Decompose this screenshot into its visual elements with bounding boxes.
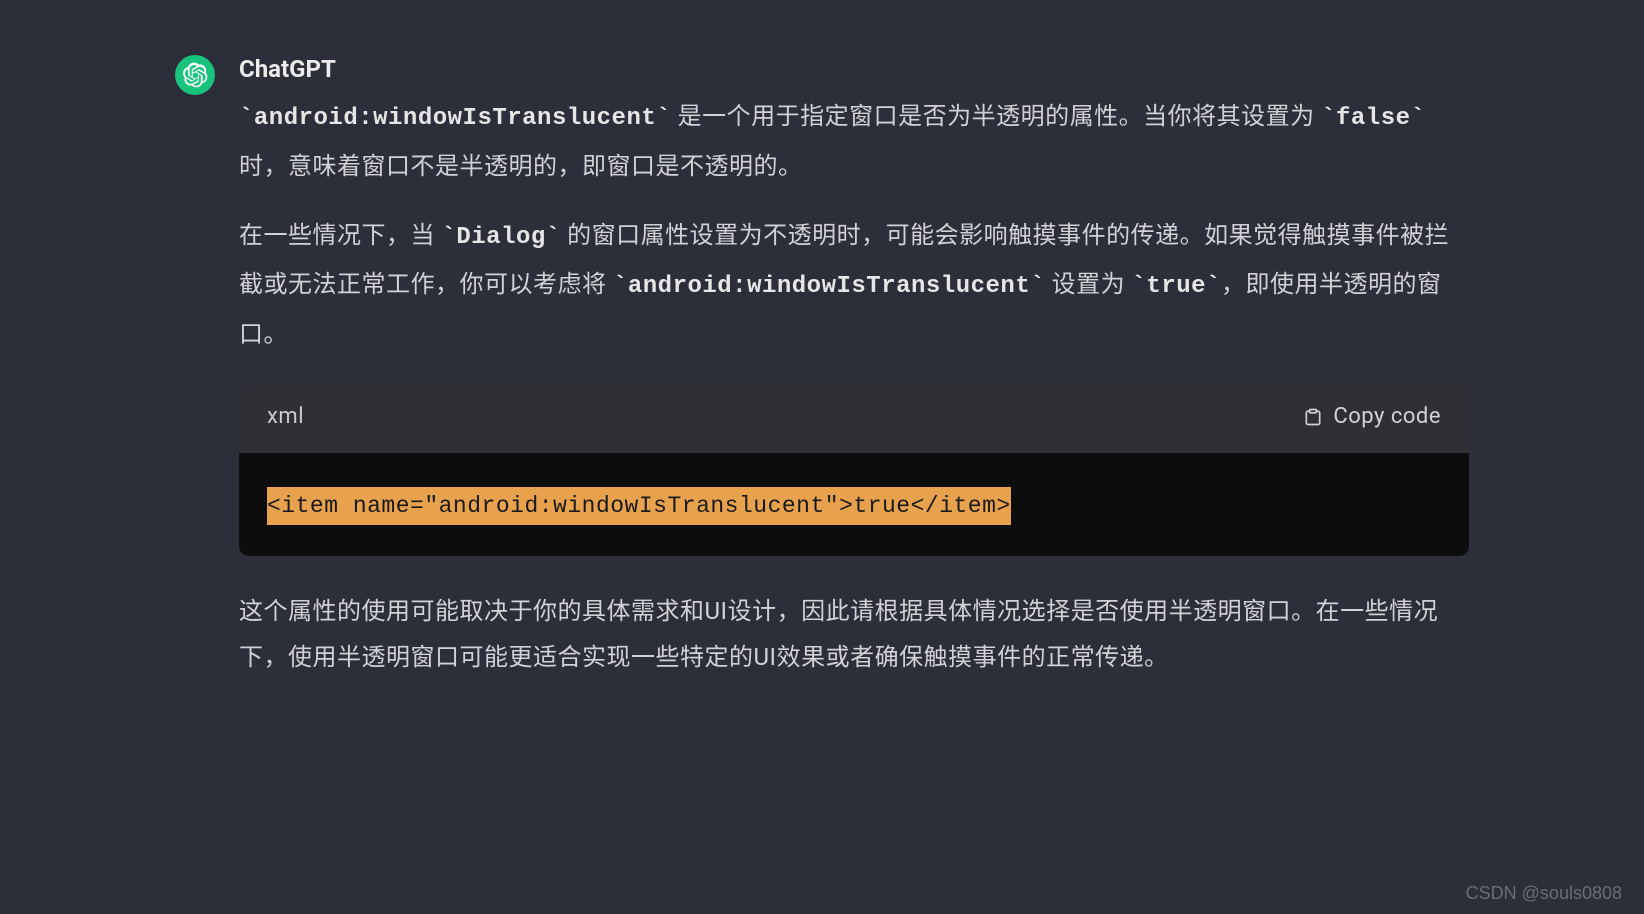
message-body: `android:windowIsTranslucent` 是一个用于指定窗口是… bbox=[239, 93, 1469, 681]
text-segment: 设置为 bbox=[1045, 270, 1131, 298]
avatar-column bbox=[175, 55, 215, 681]
code-header: xml Copy code bbox=[239, 382, 1469, 453]
message-content: ChatGPT `android:windowIsTranslucent` 是一… bbox=[239, 55, 1469, 681]
author-name: ChatGPT bbox=[239, 55, 1469, 83]
paragraph-1: `android:windowIsTranslucent` 是一个用于指定窗口是… bbox=[239, 93, 1469, 190]
paragraph-2: 在一些情况下，当 `Dialog` 的窗口属性设置为不透明时，可能会影响触摸事件… bbox=[239, 212, 1469, 358]
openai-logo-icon bbox=[182, 62, 208, 88]
paragraph-3: 这个属性的使用可能取决于你的具体需求和UI设计，因此请根据具体情况选择是否使用半… bbox=[239, 588, 1469, 682]
inline-code: `android:windowIsTranslucent` bbox=[239, 105, 671, 132]
code-block: xml Copy code <item name="android:window… bbox=[239, 382, 1469, 556]
code-body[interactable]: <item name="android:windowIsTranslucent"… bbox=[239, 453, 1469, 556]
copy-code-button[interactable]: Copy code bbox=[1303, 396, 1441, 439]
inline-code: `android:windowIsTranslucent` bbox=[613, 273, 1045, 300]
text-segment: 时，意味着窗口不是半透明的，即窗口是不透明的。 bbox=[239, 152, 803, 180]
text-segment: 在一些情况下，当 bbox=[239, 221, 441, 249]
code-content: <item name="android:windowIsTranslucent"… bbox=[267, 487, 1011, 526]
clipboard-icon bbox=[1303, 406, 1323, 428]
code-language-label: xml bbox=[267, 396, 304, 439]
inline-code: `false` bbox=[1321, 105, 1425, 132]
inline-code: `Dialog` bbox=[441, 224, 560, 251]
watermark: CSDN @souls0808 bbox=[1466, 883, 1622, 904]
inline-code: `true` bbox=[1132, 273, 1221, 300]
assistant-avatar bbox=[175, 55, 215, 95]
text-segment: 是一个用于指定窗口是否为半透明的属性。当你将其设置为 bbox=[671, 102, 1321, 130]
assistant-message: ChatGPT `android:windowIsTranslucent` 是一… bbox=[0, 0, 1644, 681]
copy-code-label: Copy code bbox=[1333, 396, 1441, 439]
